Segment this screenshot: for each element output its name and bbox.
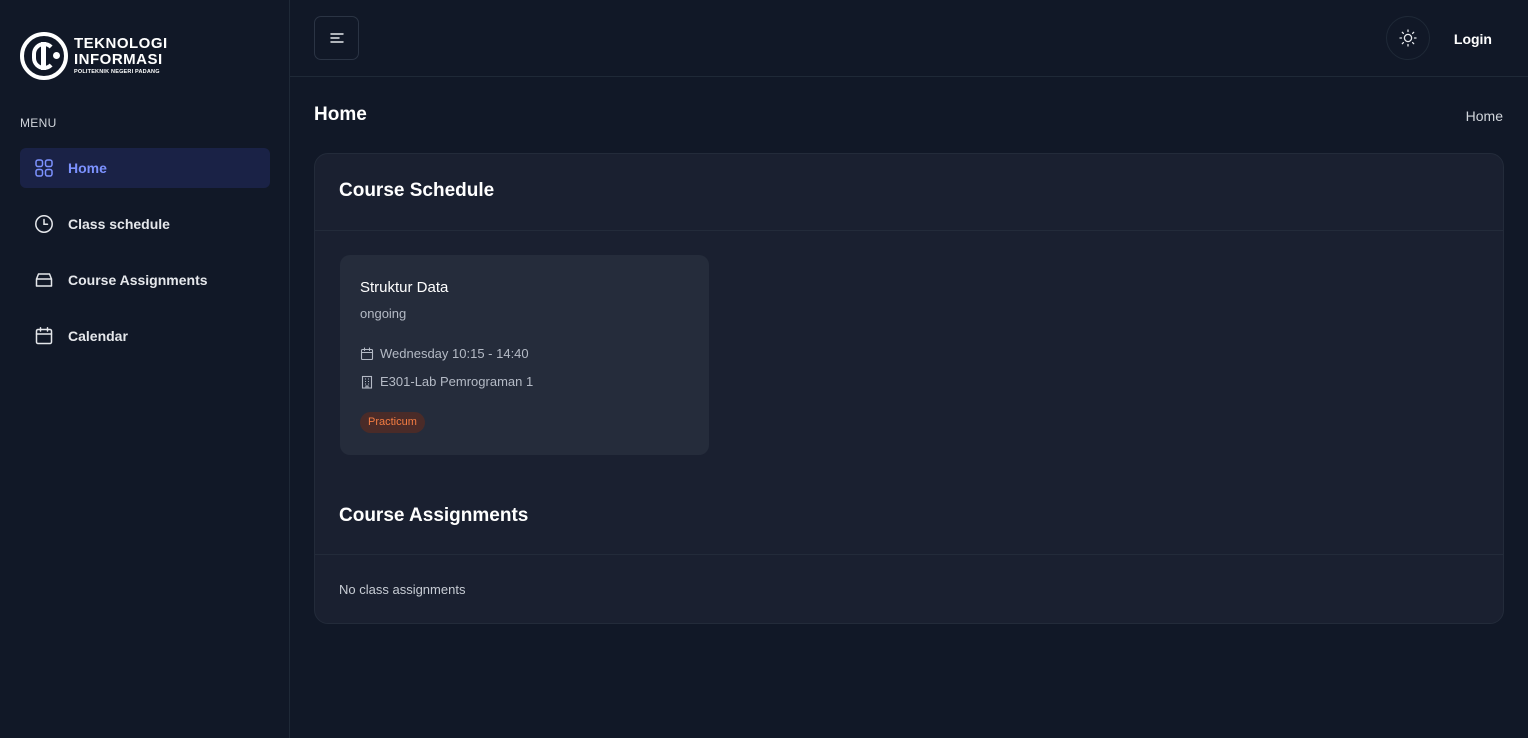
- sidebar-item-label: Home: [68, 160, 107, 176]
- assignments-empty-text: No class assignments: [339, 582, 466, 597]
- breadcrumb[interactable]: Home: [1466, 108, 1503, 124]
- sidebar-item-class-schedule[interactable]: Class schedule: [20, 204, 270, 244]
- building-icon: [361, 375, 373, 389]
- sidebar-item-course-assignments[interactable]: Course Assignments: [20, 260, 270, 300]
- sidebar-item-label: Course Assignments: [68, 272, 208, 288]
- menu-toggle-button[interactable]: [314, 16, 359, 60]
- course-schedule-title: Course Schedule: [339, 180, 495, 201]
- course-time-text: Wednesday 10:15 - 14:40: [380, 346, 529, 361]
- course-name: Struktur Data: [360, 279, 449, 296]
- course-status: ongoing: [360, 306, 407, 321]
- calendar-icon: [34, 326, 54, 346]
- logo-text: TEKNOLOGI INFORMASI POLITEKNIK NEGERI PA…: [74, 36, 168, 76]
- page-title: Home: [314, 104, 367, 125]
- course-card[interactable]: Struktur Data ongoing Wednesday 10:15 - …: [340, 255, 709, 455]
- logo-mark-icon: [20, 32, 68, 80]
- menu-heading: MENU: [20, 116, 57, 130]
- theme-toggle-button[interactable]: [1386, 16, 1430, 60]
- clock-icon: [34, 214, 54, 234]
- logo-line-1: TEKNOLOGI: [74, 35, 168, 53]
- logo-line-3: POLITEKNIK NEGERI PADANG: [74, 69, 160, 76]
- course-room: E301-Lab Pemrograman 1: [360, 374, 533, 389]
- sidebar: TEKNOLOGI INFORMASI POLITEKNIK NEGERI PA…: [0, 0, 290, 738]
- sidebar-item-label: Calendar: [68, 328, 128, 344]
- login-button[interactable]: Login: [1454, 31, 1492, 47]
- archive-icon: [34, 270, 54, 290]
- course-room-text: E301-Lab Pemrograman 1: [380, 374, 534, 389]
- sidebar-item-home[interactable]: Home: [20, 148, 270, 188]
- course-type-badge: Practicum: [360, 412, 425, 433]
- logo[interactable]: TEKNOLOGI INFORMASI POLITEKNIK NEGERI PA…: [20, 31, 168, 81]
- content-panel: Course Schedule Struktur Data ongoing We…: [314, 153, 1504, 624]
- sidebar-item-label: Class schedule: [68, 216, 170, 232]
- hamburger-icon: [329, 33, 344, 43]
- logo-line-2: INFORMASI: [74, 51, 163, 69]
- grid-icon: [34, 158, 54, 178]
- sidebar-nav: Home Class schedule Course Assignments C…: [20, 148, 270, 372]
- topbar: Login: [290, 0, 1528, 77]
- course-time: Wednesday 10:15 - 14:40: [360, 346, 529, 361]
- sidebar-item-calendar[interactable]: Calendar: [20, 316, 270, 356]
- sun-icon: [1399, 29, 1417, 47]
- app-root: TEKNOLOGI INFORMASI POLITEKNIK NEGERI PA…: [0, 0, 1528, 738]
- divider: [315, 230, 1503, 231]
- calendar-icon: [360, 346, 374, 360]
- course-assignments-title: Course Assignments: [339, 505, 529, 526]
- divider: [315, 554, 1503, 555]
